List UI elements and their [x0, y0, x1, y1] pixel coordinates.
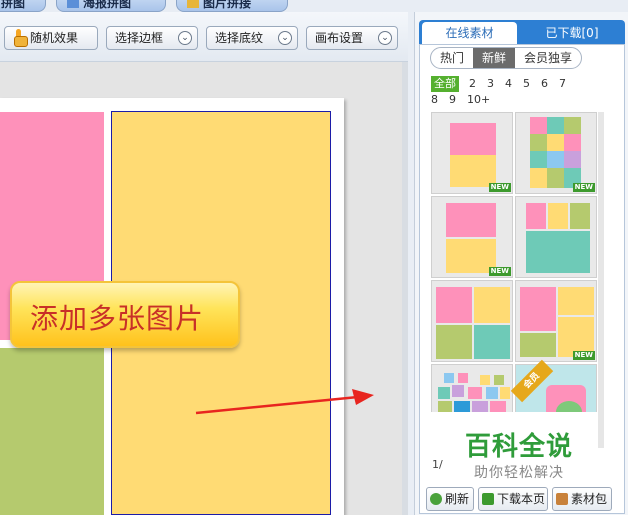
page-indicator: 1/: [432, 458, 443, 471]
download-arrow-icon: [482, 493, 494, 505]
template-thumb-member[interactable]: 会员: [510, 359, 597, 412]
download-page-button[interactable]: 下载本页: [478, 487, 548, 511]
count-10-plus[interactable]: 10+: [467, 92, 490, 108]
count-all[interactable]: 全部: [431, 76, 459, 92]
template-thumb[interactable]: NEW: [431, 112, 513, 194]
count-2[interactable]: 2: [469, 76, 476, 92]
template-thumb[interactable]: [431, 364, 513, 412]
material-pack-button[interactable]: 素材包: [552, 487, 612, 511]
new-badge: NEW: [488, 267, 511, 276]
new-badge: NEW: [572, 351, 595, 360]
count-5[interactable]: 5: [523, 76, 530, 92]
panel-scrollbar[interactable]: [598, 112, 604, 448]
count-7[interactable]: 7: [559, 76, 566, 92]
new-badge: NEW: [488, 183, 511, 192]
material-pack-label: 素材包: [571, 492, 608, 506]
filter-new[interactable]: 新鲜: [473, 48, 516, 68]
template-thumb[interactable]: NEW: [515, 112, 597, 194]
image-count-filter: 全部 2 3 4 5 6 7 8 9 10+: [431, 76, 611, 108]
new-badge: NEW: [572, 183, 595, 192]
count-9[interactable]: 9: [449, 92, 456, 108]
count-4[interactable]: 4: [505, 76, 512, 92]
count-8[interactable]: 8: [431, 92, 438, 108]
count-3[interactable]: 3: [487, 76, 494, 92]
filter-hot[interactable]: 热门: [431, 48, 473, 68]
template-grid: NEW NEW NEW NEW 会员: [431, 112, 601, 412]
filter-member[interactable]: 会员独享: [515, 48, 581, 68]
count-6[interactable]: 6: [541, 76, 548, 92]
refresh-icon: [430, 493, 442, 505]
template-thumb[interactable]: [431, 280, 513, 362]
template-thumb[interactable]: NEW: [431, 196, 513, 278]
refresh-button[interactable]: 刷新: [426, 487, 474, 511]
tab-online-materials[interactable]: 在线素材: [422, 22, 517, 44]
filter-segment: 热门 新鲜 会员独享: [430, 47, 583, 69]
package-icon: [556, 493, 568, 505]
panel-tabs: 在线素材 已下载[0]: [419, 20, 625, 44]
refresh-label: 刷新: [445, 492, 470, 506]
template-thumb[interactable]: [515, 196, 597, 278]
template-thumb[interactable]: NEW: [515, 280, 597, 362]
download-page-label: 下载本页: [497, 492, 546, 506]
watermark-subtitle: 助你轻松解决: [474, 465, 564, 481]
tab-downloaded[interactable]: 已下载[0]: [519, 22, 625, 44]
watermark-title: 百科全说: [465, 432, 574, 462]
